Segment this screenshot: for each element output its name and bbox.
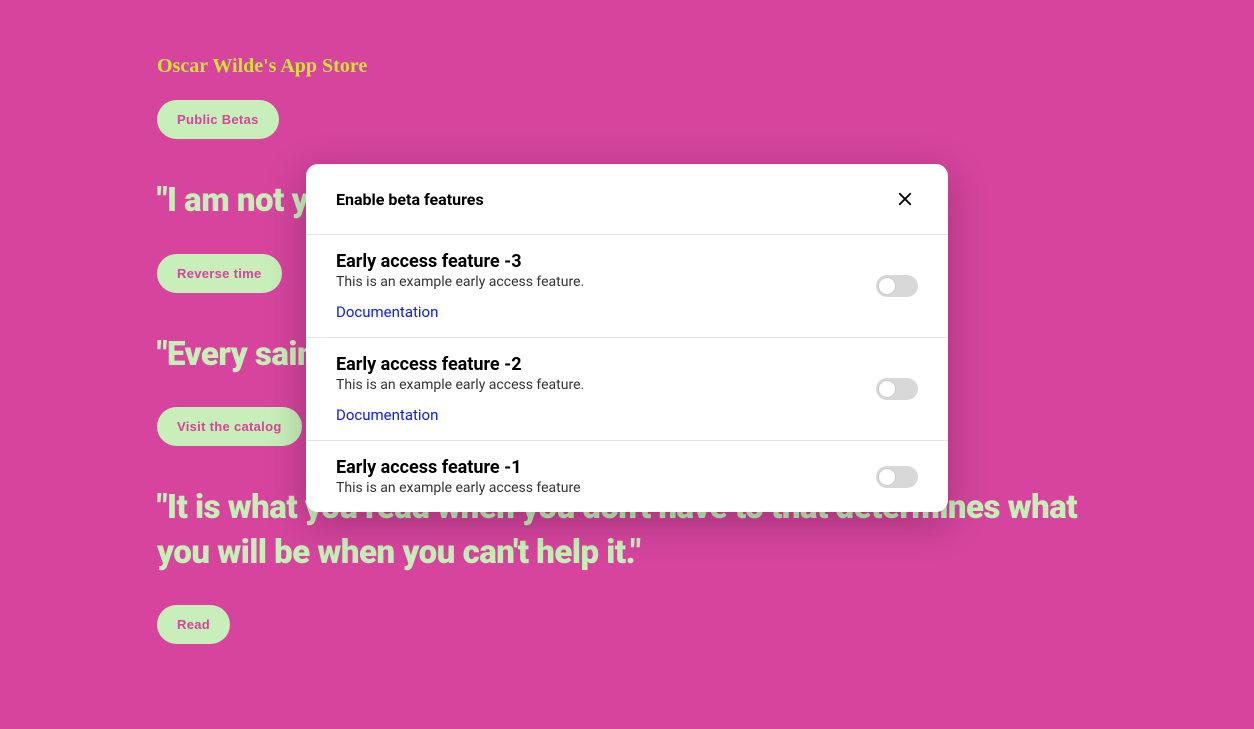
feature-desc: This is an example early access feature. <box>336 274 876 290</box>
modal-title: Enable beta features <box>336 190 484 209</box>
feature-row: Early access feature -2 This is an examp… <box>306 338 948 441</box>
feature-title: Early access feature -2 <box>336 354 876 375</box>
feature-toggle[interactable] <box>876 378 918 400</box>
toggle-knob <box>878 468 896 486</box>
toggle-knob <box>878 380 896 398</box>
feature-title: Early access feature -3 <box>336 251 876 272</box>
feature-toggle[interactable] <box>876 466 918 488</box>
modal-overlay: Enable beta features Early access featur… <box>0 0 1254 658</box>
close-icon <box>896 190 914 208</box>
feature-row: Early access feature -1 This is an examp… <box>306 441 948 512</box>
feature-title: Early access feature -1 <box>336 457 876 478</box>
feature-info: Early access feature -1 This is an examp… <box>336 457 876 496</box>
documentation-link[interactable]: Documentation <box>336 303 438 321</box>
feature-info: Early access feature -3 This is an examp… <box>336 251 876 321</box>
documentation-link[interactable]: Documentation <box>336 406 438 424</box>
toggle-knob <box>878 277 896 295</box>
beta-features-modal: Enable beta features Early access featur… <box>306 164 948 512</box>
feature-row: Early access feature -3 This is an examp… <box>306 235 948 338</box>
feature-toggle[interactable] <box>876 275 918 297</box>
modal-header: Enable beta features <box>306 164 948 235</box>
feature-desc: This is an example early access feature <box>336 480 876 496</box>
feature-desc: This is an example early access feature. <box>336 377 876 393</box>
feature-info: Early access feature -2 This is an examp… <box>336 354 876 424</box>
close-button[interactable] <box>892 186 918 212</box>
